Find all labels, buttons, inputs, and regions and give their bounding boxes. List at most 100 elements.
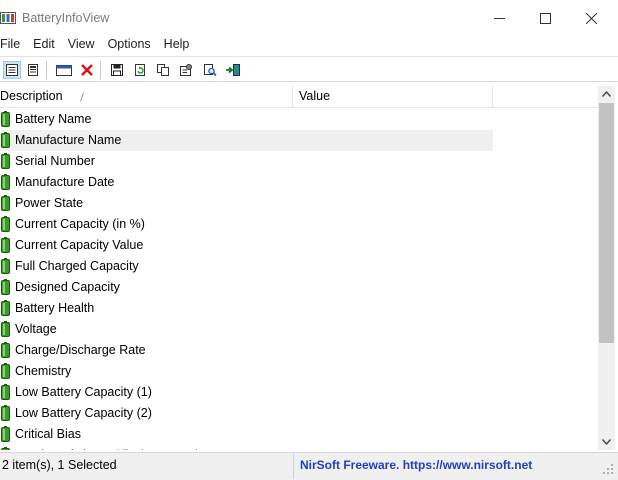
menu-view[interactable]: View — [68, 36, 102, 56]
scroll-up-button[interactable] — [598, 86, 615, 102]
list-item[interactable]: Chemistry — [0, 361, 493, 382]
list-item[interactable]: Battery Health — [0, 298, 493, 319]
properties-icon — [180, 64, 192, 76]
list-item-label: Charge/Discharge Rate — [15, 343, 146, 357]
nirsoft-link[interactable]: NirSoft Freeware. https://www.nirsoft.ne… — [300, 453, 532, 479]
battery-icon — [1, 405, 10, 421]
list-item[interactable]: Manufacture Date — [0, 172, 493, 193]
list-item-label: Full Charged Capacity — [15, 259, 139, 273]
properties-list-icon — [28, 64, 38, 76]
menu-help[interactable]: Help — [164, 36, 197, 56]
battery-icon — [1, 174, 10, 190]
refresh-icon — [135, 64, 145, 76]
copy-button[interactable] — [154, 61, 172, 79]
list-item[interactable]: Designed Capacity — [0, 277, 493, 298]
toolbar — [0, 56, 618, 82]
battery-icon — [1, 111, 10, 127]
menu-edit[interactable]: Edit — [33, 36, 62, 56]
column-header-description[interactable]: Description — [0, 86, 293, 108]
battery-icon — [1, 237, 10, 253]
close-button[interactable] — [568, 0, 614, 36]
list-item[interactable]: Serial Number — [0, 151, 493, 172]
exit-icon — [226, 64, 240, 76]
list-item-label: Serial Number — [15, 154, 95, 168]
list-header: Description Value — [0, 86, 598, 108]
delete-icon — [81, 64, 93, 76]
log-window-button[interactable] — [55, 61, 73, 79]
html-report-button[interactable] — [3, 61, 21, 79]
html-report-icon — [6, 64, 18, 76]
battery-icon — [1, 363, 10, 379]
menu-file[interactable]: File — [0, 36, 27, 56]
list-item-label: Chemistry — [15, 364, 72, 378]
battery-info-list[interactable]: Battery Name Manufacture Name Serial Numbe… — [0, 109, 598, 450]
exit-button[interactable] — [224, 61, 242, 79]
scroll-down-button[interactable] — [598, 434, 615, 450]
list-item[interactable]: Number of charge/discharge cycles — [0, 445, 493, 450]
battery-icon — [1, 153, 10, 169]
battery-icon — [1, 258, 10, 274]
chevron-down-icon — [602, 439, 611, 445]
column-header-label: Description — [0, 89, 63, 103]
maximize-button[interactable] — [522, 0, 568, 36]
column-header-label: Value — [299, 89, 331, 103]
list-item-label: Low Battery Capacity (2) — [15, 406, 152, 420]
menu-bar: File Edit View Options Help — [0, 36, 618, 56]
list-item[interactable]: Critical Bias — [0, 424, 493, 445]
battery-icon — [1, 300, 10, 316]
list-item-label: Low Battery Capacity (1) — [15, 385, 152, 399]
battery-icon — [1, 216, 10, 232]
list-item-label: Designed Capacity — [15, 280, 120, 294]
save-button[interactable] — [108, 61, 126, 79]
chevron-up-icon — [602, 91, 611, 97]
list-item[interactable]: Low Battery Capacity (1) — [0, 382, 493, 403]
list-item-label: Battery Health — [15, 301, 95, 315]
list-item-label: Current Capacity Value — [15, 238, 144, 252]
app-icon — [0, 12, 16, 24]
list-item[interactable]: Battery Name — [0, 109, 493, 130]
battery-icon — [1, 132, 10, 148]
toolbar-separator — [100, 61, 101, 79]
refresh-button[interactable] — [131, 61, 149, 79]
properties-button[interactable] — [177, 61, 195, 79]
status-bar: 2 item(s), 1 Selected NirSoft Freeware. … — [0, 452, 618, 480]
toolbar-separator — [46, 61, 47, 79]
list-item[interactable]: Full Charged Capacity — [0, 256, 493, 277]
vertical-scrollbar[interactable] — [598, 86, 615, 450]
list-item[interactable]: Voltage — [0, 319, 493, 340]
list-item[interactable]: Manufacture Name — [0, 130, 493, 151]
scrollbar-thumb[interactable] — [599, 103, 614, 343]
list-item[interactable]: Low Battery Capacity (2) — [0, 403, 493, 424]
battery-icon — [1, 342, 10, 358]
copy-icon — [157, 64, 169, 76]
list-item-label: Current Capacity (in %) — [15, 217, 145, 231]
list-item-label: Battery Name — [15, 112, 92, 126]
resize-grip-icon[interactable] — [602, 463, 614, 475]
selection-status: 2 item(s), 1 Selected — [0, 453, 294, 479]
battery-icon — [1, 426, 10, 442]
menu-options[interactable]: Options — [108, 36, 158, 56]
find-button[interactable] — [201, 61, 219, 79]
list-item[interactable]: Current Capacity (in %) — [0, 214, 493, 235]
delete-button[interactable] — [78, 61, 96, 79]
list-item[interactable]: Power State — [0, 193, 493, 214]
sort-indicator-icon — [80, 92, 84, 102]
maximize-icon — [539, 12, 551, 24]
list-item[interactable]: Charge/Discharge Rate — [0, 340, 493, 361]
properties-list-button[interactable] — [24, 61, 42, 79]
battery-icon — [1, 321, 10, 337]
battery-icon — [1, 279, 10, 295]
list-item-label: Critical Bias — [15, 427, 81, 441]
list-item[interactable]: Current Capacity Value — [0, 235, 493, 256]
column-header-value[interactable]: Value — [294, 86, 493, 108]
minimize-button[interactable] — [476, 0, 522, 36]
list-item-label: Number of charge/discharge cycles — [15, 445, 211, 450]
window-title: BatteryInfoView — [22, 11, 110, 25]
save-icon — [111, 64, 123, 76]
battery-icon — [1, 384, 10, 400]
find-icon — [204, 64, 217, 77]
minimize-icon — [493, 17, 505, 19]
list-item-label: Manufacture Name — [15, 133, 122, 147]
list-item-label: Voltage — [15, 322, 57, 336]
log-window-icon — [56, 65, 72, 76]
